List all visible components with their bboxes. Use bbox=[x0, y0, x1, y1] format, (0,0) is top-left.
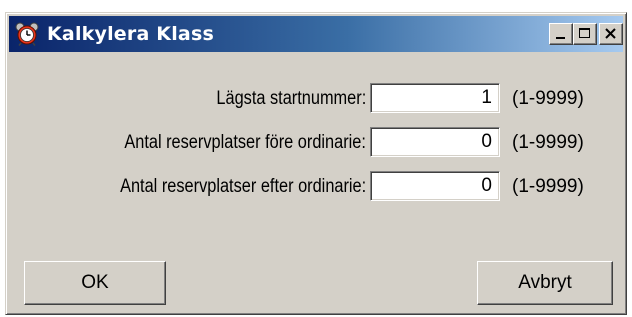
reserve-after-label: Antal reservplatser efter ordinarie: bbox=[119, 176, 366, 197]
reserve-before-range: (1-9999) bbox=[512, 132, 584, 153]
ok-button[interactable]: OK bbox=[24, 261, 166, 305]
window-title: Kalkylera Klass bbox=[47, 23, 214, 45]
reserve-before-label: Antal reservplatser före ordinarie: bbox=[124, 132, 366, 153]
lowest-start-number-range: (1-9999) bbox=[512, 88, 584, 109]
title-bar[interactable]: Kalkylera Klass bbox=[9, 16, 623, 52]
maximize-button[interactable] bbox=[573, 23, 597, 45]
reserve-after-field[interactable] bbox=[370, 171, 500, 201]
minimize-icon bbox=[556, 37, 565, 39]
lowest-start-number-label: Lägsta startnummer: bbox=[216, 88, 366, 109]
lowest-start-number-field[interactable] bbox=[370, 83, 500, 113]
reserve-after-range: (1-9999) bbox=[512, 176, 584, 197]
close-icon bbox=[605, 28, 616, 39]
lowest-start-number-input[interactable] bbox=[374, 87, 492, 109]
alarm-clock-icon bbox=[15, 22, 39, 46]
reserve-before-field[interactable] bbox=[370, 127, 500, 157]
reserve-before-input[interactable] bbox=[374, 131, 492, 153]
cancel-button[interactable]: Avbryt bbox=[477, 261, 613, 305]
maximize-icon bbox=[579, 28, 590, 38]
close-button[interactable] bbox=[599, 23, 623, 45]
reserve-after-input[interactable] bbox=[374, 175, 492, 197]
minimize-button[interactable] bbox=[549, 23, 573, 45]
dialog-window: Kalkylera Klass Lägsta startnummer: (1-9… bbox=[5, 12, 627, 315]
